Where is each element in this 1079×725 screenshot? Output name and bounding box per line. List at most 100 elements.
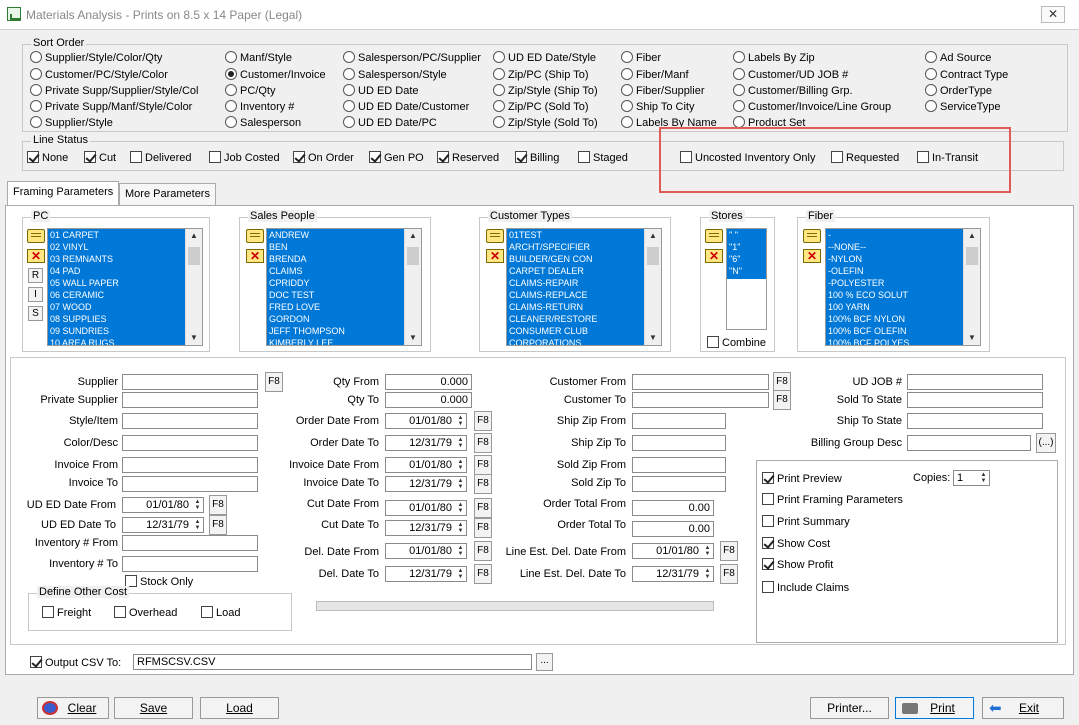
scroll-up-icon[interactable]: ▲ bbox=[186, 230, 202, 242]
scrollbar[interactable]: ▲ ▼ bbox=[404, 229, 421, 345]
sort-option-zip-style-ship-to[interactable]: Zip/Style (Ship To) bbox=[493, 84, 598, 98]
supplier-f8-button[interactable]: F8 bbox=[265, 372, 283, 392]
line-status-billing-checkbox[interactable]: Billing bbox=[515, 151, 559, 165]
list-item[interactable]: 100% BCF NYLON bbox=[826, 313, 963, 325]
spinner-icon[interactable]: ▲ ▼ bbox=[703, 545, 712, 557]
ship-zip-to-input[interactable] bbox=[632, 435, 726, 451]
line-status-gen-po-checkbox[interactable]: Gen PO bbox=[369, 151, 424, 165]
list-item[interactable]: BRENDA bbox=[267, 253, 404, 265]
qty-to-input[interactable]: 0.000 bbox=[385, 392, 472, 408]
exit-button[interactable]: ⬅ Exit bbox=[982, 697, 1064, 719]
list-item[interactable]: CLAIMS bbox=[267, 265, 404, 277]
list-item[interactable]: 10 AREA RUGS bbox=[48, 337, 185, 345]
print-preview-checkbox[interactable]: Print Preview bbox=[762, 472, 842, 486]
clear-selection-icon[interactable] bbox=[27, 249, 45, 263]
sold-zip-from-input[interactable] bbox=[632, 457, 726, 473]
sort-option-ud-ed-date[interactable]: UD ED Date bbox=[343, 84, 419, 98]
list-item[interactable]: CLAIMS-REPLACE bbox=[507, 289, 644, 301]
sort-option-zip-pc-ship-to[interactable]: Zip/PC (Ship To) bbox=[493, 68, 589, 82]
sort-option-ordertype[interactable]: OrderType bbox=[925, 84, 992, 98]
sort-option-salesperson-style[interactable]: Salesperson/Style bbox=[343, 68, 447, 82]
line-status-staged-checkbox[interactable]: Staged bbox=[578, 151, 628, 165]
output-csv-checkbox[interactable]: Output CSV To: bbox=[30, 656, 121, 670]
line-est-del-to-f8-button[interactable]: F8 bbox=[720, 564, 738, 584]
line-est-del-from-input[interactable]: 01/01/80 ▲ ▼ bbox=[632, 543, 714, 559]
invoice-to-input[interactable] bbox=[122, 476, 258, 492]
list-item[interactable]: 08 SUPPLIES bbox=[48, 313, 185, 325]
sort-option-customer-invoice[interactable]: Customer/Invoice bbox=[225, 68, 326, 82]
pc-listbox[interactable]: 01 CARPET 02 VINYL 03 REMNANTS 04 PAD 05 WAL… bbox=[47, 228, 203, 346]
clear-selection-icon[interactable] bbox=[486, 249, 504, 263]
ud-ed-date-from-f8-button[interactable]: F8 bbox=[209, 495, 227, 515]
list-item[interactable]: 01TEST bbox=[507, 229, 644, 241]
sort-option-private-supp-supplier-style-col[interactable]: Private Supp/Supplier/Style/Col bbox=[30, 84, 198, 98]
scrollbar[interactable]: ▲ ▼ bbox=[644, 229, 661, 345]
clear-button[interactable]: Clear bbox=[37, 697, 109, 719]
ud-ed-date-to-input[interactable]: 12/31/79 ▲ ▼ bbox=[122, 517, 204, 533]
stock-only-checkbox[interactable]: Stock Only bbox=[125, 575, 193, 589]
list-item[interactable]: 07 WOOD bbox=[48, 301, 185, 313]
order-total-from-input[interactable]: 0.00 bbox=[632, 500, 714, 516]
color-desc-input[interactable] bbox=[122, 435, 258, 451]
scroll-up-icon[interactable]: ▲ bbox=[964, 230, 980, 242]
list-item[interactable]: "N" bbox=[727, 265, 766, 277]
sort-option-salesperson-pc-supplier[interactable]: Salesperson/PC/Supplier bbox=[343, 51, 481, 65]
scroll-down-icon[interactable]: ▼ bbox=[964, 332, 980, 344]
del-date-to-input[interactable]: 12/31/79 ▲ ▼ bbox=[385, 566, 467, 582]
list-item[interactable]: 100% BCF OLEFIN bbox=[826, 325, 963, 337]
supplier-input[interactable] bbox=[122, 374, 258, 390]
sort-option-supplier-style[interactable]: Supplier/Style bbox=[30, 116, 113, 130]
del-date-to-f8-button[interactable]: F8 bbox=[474, 564, 492, 584]
note-icon[interactable] bbox=[803, 229, 821, 243]
list-item[interactable]: 05 WALL PAPER bbox=[48, 277, 185, 289]
sort-option-inventory[interactable]: Inventory # bbox=[225, 100, 294, 114]
save-button[interactable]: Save bbox=[114, 697, 193, 719]
sort-option-labels-by-zip[interactable]: Labels By Zip bbox=[733, 51, 815, 65]
sort-option-fiber-manf[interactable]: Fiber/Manf bbox=[621, 68, 689, 82]
scroll-down-icon[interactable]: ▼ bbox=[645, 332, 661, 344]
clear-selection-icon[interactable] bbox=[246, 249, 264, 263]
spinner-icon[interactable]: ▲ ▼ bbox=[193, 519, 202, 531]
print-button[interactable]: Print bbox=[895, 697, 974, 719]
list-item[interactable]: "6" bbox=[727, 253, 766, 265]
spinner-icon[interactable]: ▲ ▼ bbox=[456, 478, 465, 490]
sales-people-listbox[interactable]: ANDREW BEN BRENDA CLAIMS CPRIDDY DOC TEST FRED… bbox=[266, 228, 422, 346]
sort-option-ud-ed-date-style[interactable]: UD ED Date/Style bbox=[493, 51, 596, 65]
spinner-icon[interactable]: ▲ ▼ bbox=[456, 568, 465, 580]
sort-option-customer-invoice-line-group[interactable]: Customer/Invoice/Line Group bbox=[733, 100, 891, 114]
csv-path-input[interactable]: RFMSCSV.CSV bbox=[133, 654, 532, 670]
sort-option-pc-qty[interactable]: PC/Qty bbox=[225, 84, 275, 98]
order-date-from-input[interactable]: 01/01/80 ▲ ▼ bbox=[385, 413, 467, 429]
pc-button-r[interactable]: R bbox=[28, 268, 43, 283]
show-profit-checkbox[interactable]: Show Profit bbox=[762, 558, 833, 572]
billing-group-desc-input[interactable] bbox=[907, 435, 1031, 451]
list-item[interactable]: -OLEFIN bbox=[826, 265, 963, 277]
list-item[interactable]: 100 YARN bbox=[826, 301, 963, 313]
ship-to-state-input[interactable] bbox=[907, 413, 1043, 429]
scroll-down-icon[interactable]: ▼ bbox=[405, 332, 421, 344]
list-item[interactable]: CLAIMS-REPAIR bbox=[507, 277, 644, 289]
scroll-thumb[interactable] bbox=[407, 247, 419, 265]
sort-option-zip-pc-sold-to[interactable]: Zip/PC (Sold To) bbox=[493, 100, 589, 114]
sort-option-customer-pc-style-color[interactable]: Customer/PC/Style/Color bbox=[30, 68, 168, 82]
line-status-none-checkbox[interactable]: None bbox=[27, 151, 68, 165]
sort-option-zip-style-sold-to[interactable]: Zip/Style (Sold To) bbox=[493, 116, 598, 130]
note-icon[interactable] bbox=[705, 229, 723, 243]
list-item[interactable]: DOC TEST bbox=[267, 289, 404, 301]
invoice-date-from-input[interactable]: 01/01/80 ▲ ▼ bbox=[385, 457, 467, 473]
sort-option-customer-ud-job[interactable]: Customer/UD JOB # bbox=[733, 68, 848, 82]
list-item[interactable]: 09 SUNDRIES bbox=[48, 325, 185, 337]
line-status-cut-checkbox[interactable]: Cut bbox=[84, 151, 116, 165]
ud-ed-date-from-input[interactable]: 01/01/80 ▲ ▼ bbox=[122, 497, 204, 513]
list-item[interactable]: CORPORATIONS bbox=[507, 337, 644, 345]
list-item[interactable]: BEN bbox=[267, 241, 404, 253]
spinner-icon[interactable]: ▲ ▼ bbox=[456, 459, 465, 471]
line-status-job-costed-checkbox[interactable]: Job Costed bbox=[209, 151, 280, 165]
copies-input[interactable]: 1 ▲ ▼ bbox=[953, 470, 990, 486]
fiber-listbox[interactable]: - --NONE-- -NYLON -OLEFIN -POLYESTER 100 % EC… bbox=[825, 228, 981, 346]
note-icon[interactable] bbox=[486, 229, 504, 243]
cut-date-from-f8-button[interactable]: F8 bbox=[474, 498, 492, 518]
cut-date-to-f8-button[interactable]: F8 bbox=[474, 518, 492, 538]
sort-option-fiber-supplier[interactable]: Fiber/Supplier bbox=[621, 84, 704, 98]
customer-to-input[interactable] bbox=[632, 392, 769, 408]
